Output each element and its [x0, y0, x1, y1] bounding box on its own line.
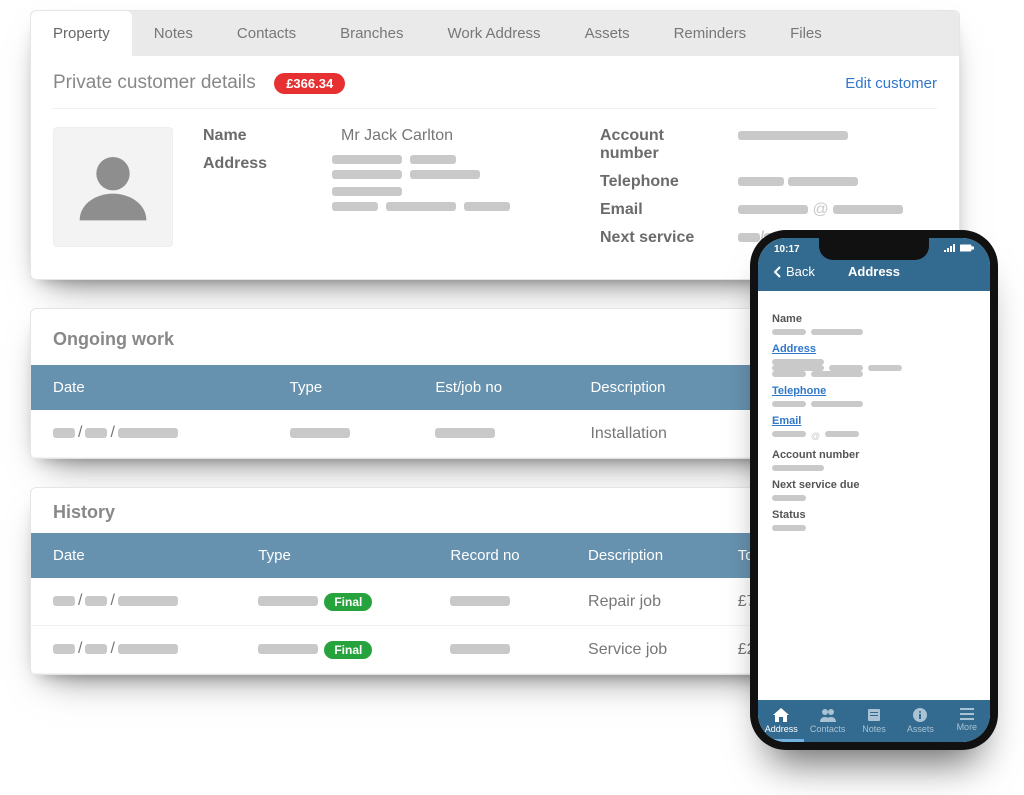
next-service-label: Next service	[600, 229, 720, 247]
phone-mockup: 10:17 Back Address Name Address Telephon…	[750, 230, 998, 750]
tab-work-address[interactable]: Work Address	[425, 11, 562, 56]
tab-notes[interactable]: Notes	[132, 11, 215, 56]
p-email-label[interactable]: Email	[772, 415, 976, 427]
phone-body: Name Address Telephone Email @ Account n…	[758, 291, 990, 537]
edit-customer-link[interactable]: Edit customer	[845, 75, 937, 92]
ptab-contacts[interactable]: Contacts	[804, 700, 850, 742]
p-name-label: Name	[772, 313, 976, 325]
hcol-record: Record no	[428, 533, 566, 578]
phone-notch	[819, 238, 929, 260]
history-title: History	[53, 502, 115, 523]
date-placeholder: //	[53, 592, 178, 610]
final-badge: Final	[324, 641, 372, 659]
type-placeholder	[258, 596, 318, 606]
record-placeholder	[450, 596, 510, 606]
email-value: @	[738, 201, 903, 219]
date-placeholder: //	[53, 424, 178, 442]
address-value	[332, 155, 540, 217]
battery-icon	[960, 244, 974, 252]
p-address-label[interactable]: Address	[772, 343, 976, 355]
history-description: Service job	[566, 626, 716, 674]
hcol-type: Type	[236, 533, 428, 578]
type-placeholder	[258, 644, 318, 654]
section-title: Private customer details	[53, 72, 256, 93]
p-account-label: Account number	[772, 449, 976, 461]
tabs-bar: Property Notes Contacts Branches Work Ad…	[31, 11, 959, 56]
address-label: Address	[203, 155, 314, 173]
tab-assets[interactable]: Assets	[563, 11, 652, 56]
ptab-more[interactable]: More	[944, 700, 990, 742]
ongoing-title: Ongoing work	[53, 329, 174, 350]
phone-time: 10:17	[774, 244, 800, 255]
tab-contacts[interactable]: Contacts	[215, 11, 318, 56]
name-label: Name	[203, 127, 323, 145]
info-icon	[913, 708, 927, 722]
tab-reminders[interactable]: Reminders	[652, 11, 769, 56]
email-label: Email	[600, 201, 720, 219]
menu-icon	[960, 708, 974, 720]
phone-status-icons	[944, 244, 974, 252]
hcol-description: Description	[566, 533, 716, 578]
contacts-icon	[820, 708, 836, 722]
p-next-service-label: Next service due	[772, 479, 976, 491]
p-status-label: Status	[772, 509, 976, 521]
tab-files[interactable]: Files	[768, 11, 844, 56]
phone-tabbar: Address Contacts Notes Assets More	[758, 700, 990, 742]
hcol-date: Date	[31, 533, 236, 578]
home-icon	[773, 708, 789, 722]
p-telephone-label[interactable]: Telephone	[772, 385, 976, 397]
col-description: Description	[568, 365, 737, 410]
notes-icon	[867, 708, 881, 722]
balance-pill: £366.34	[274, 73, 345, 94]
account-label: Account number	[600, 127, 720, 163]
col-estjob: Est/job no	[413, 365, 568, 410]
signal-icon	[944, 244, 956, 252]
col-date: Date	[31, 365, 268, 410]
final-badge: Final	[324, 593, 372, 611]
phone-title: Address	[758, 264, 990, 279]
account-value	[738, 127, 848, 145]
description-cell: Installation	[568, 410, 737, 458]
telephone-label: Telephone	[600, 173, 720, 191]
tab-branches[interactable]: Branches	[318, 11, 425, 56]
avatar	[53, 127, 173, 247]
type-placeholder	[290, 428, 350, 438]
ptab-assets[interactable]: Assets	[897, 700, 943, 742]
record-placeholder	[450, 644, 510, 654]
col-type: Type	[268, 365, 414, 410]
ptab-address[interactable]: Address	[758, 700, 804, 742]
avatar-icon	[73, 147, 153, 227]
history-description: Repair job	[566, 578, 716, 626]
telephone-value	[738, 173, 858, 191]
name-value: Mr Jack Carlton	[341, 127, 453, 145]
jobno-placeholder	[435, 428, 495, 438]
tab-property[interactable]: Property	[31, 11, 132, 56]
ptab-notes[interactable]: Notes	[851, 700, 897, 742]
date-placeholder: //	[53, 640, 178, 658]
